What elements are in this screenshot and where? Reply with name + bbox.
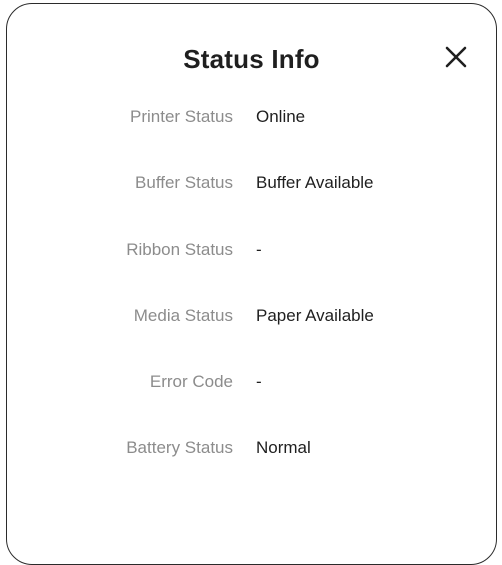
- status-row-ribbon: Ribbon Status -: [7, 238, 496, 262]
- status-row-battery: Battery Status Normal: [7, 436, 496, 460]
- printer-status-value: Online: [256, 107, 306, 126]
- battery-status-value: Normal: [256, 438, 311, 457]
- status-info-dialog: Status Info Printer Status Online Buffer…: [6, 3, 497, 565]
- ribbon-status-value: -: [256, 240, 262, 259]
- status-row-printer: Printer Status Online: [7, 105, 496, 129]
- close-icon: [445, 46, 467, 68]
- media-status-value: Paper Available: [256, 306, 374, 325]
- error-code-value: -: [256, 372, 262, 391]
- printer-status-label: Printer Status: [130, 107, 233, 126]
- status-row-media: Media Status Paper Available: [7, 304, 496, 328]
- close-button[interactable]: [441, 42, 471, 72]
- error-code-label: Error Code: [149, 372, 233, 391]
- dialog-title: Status Info: [183, 44, 320, 74]
- buffer-status-label: Buffer Status: [135, 173, 233, 192]
- ribbon-status-label: Ribbon Status: [126, 240, 233, 259]
- status-row-buffer: Buffer Status Buffer Available: [7, 171, 496, 195]
- battery-status-label: Battery Status: [126, 438, 233, 457]
- status-row-error: Error Code -: [7, 370, 496, 394]
- media-status-label: Media Status: [133, 306, 233, 325]
- buffer-status-value: Buffer Available: [256, 173, 374, 192]
